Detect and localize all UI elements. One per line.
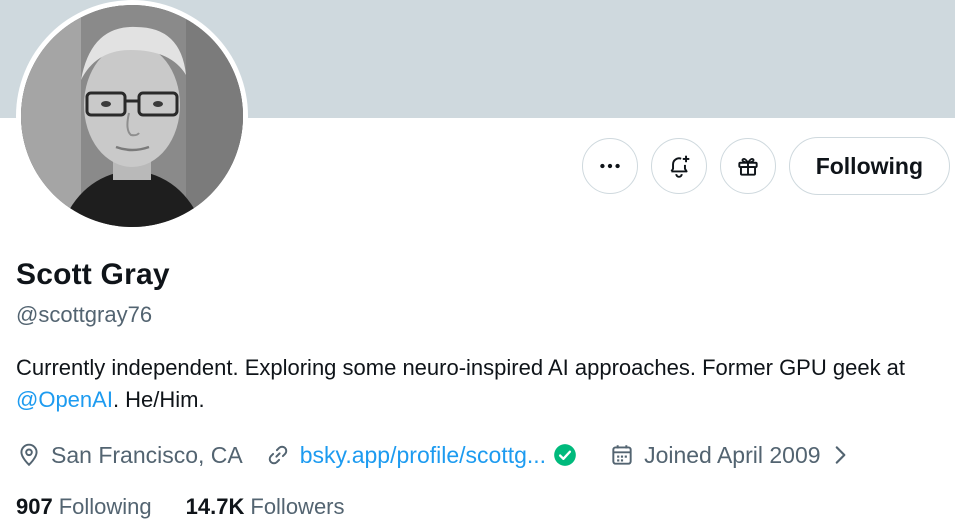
- following-button[interactable]: Following: [788, 137, 950, 195]
- link-icon: [268, 445, 287, 465]
- joined-item[interactable]: Joined April 2009: [609, 442, 861, 469]
- following-label: Following: [58, 494, 152, 519]
- website-link[interactable]: bsky.app/profile/scottg...: [300, 442, 546, 469]
- avatar[interactable]: [16, 0, 248, 232]
- website-item: bsky.app/profile/scottg...: [265, 442, 587, 469]
- calendar-icon: [612, 445, 632, 465]
- notify-button[interactable]: [650, 138, 707, 194]
- followers-label: Followers: [250, 494, 345, 519]
- joined-text: Joined April 2009: [644, 441, 821, 468]
- avatar-photo: [21, 5, 243, 227]
- more-horizontal-icon: [599, 163, 620, 169]
- verified-check-icon: [554, 444, 576, 466]
- more-button[interactable]: [581, 138, 638, 194]
- profile-stats: 907 Following 14.7K Followers: [16, 494, 379, 520]
- profile-meta: San Francisco, CA bsky.app/profile/scott…: [16, 437, 884, 473]
- profile-handle: @scottgray76: [16, 302, 153, 327]
- location-text: San Francisco, CA: [51, 441, 243, 468]
- gift-button[interactable]: [719, 138, 776, 194]
- chevron-right-icon: [835, 446, 845, 464]
- gift-icon: [738, 158, 758, 176]
- bell-plus-icon: [670, 155, 689, 178]
- bio-text: Currently independent. Exploring some ne…: [16, 355, 906, 380]
- profile-bio: Currently independent. Exploring some ne…: [16, 352, 936, 416]
- followers-stat[interactable]: 14.7K Followers: [186, 494, 345, 520]
- profile-name: Scott Gray: [16, 258, 170, 291]
- location-pin-icon: [20, 443, 38, 467]
- following-count: 907: [16, 494, 53, 519]
- profile-actions: Following: [581, 137, 950, 195]
- avatar-portrait-illustration: [21, 5, 243, 227]
- location-item: San Francisco, CA: [16, 442, 243, 469]
- bio-text-end: . He/Him.: [112, 387, 205, 412]
- bio-mention-link[interactable]: @OpenAI: [16, 387, 113, 412]
- following-stat[interactable]: 907 Following: [16, 494, 152, 520]
- followers-count: 14.7K: [185, 494, 245, 519]
